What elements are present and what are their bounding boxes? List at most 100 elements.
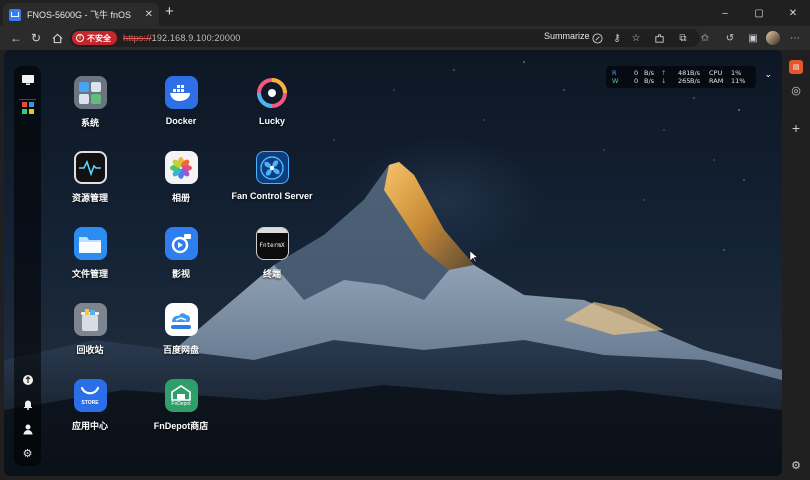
app-photos[interactable]: 相册 <box>135 151 227 204</box>
system-icon <box>73 76 107 109</box>
app-label: 百度网盘 <box>162 345 199 355</box>
disk-read-unit: B/s <box>644 69 655 77</box>
refresh-icon[interactable]: ↻ <box>28 30 44 46</box>
upgrade-icon[interactable] <box>20 372 35 387</box>
key-icon[interactable]: ⚷ <box>610 31 624 45</box>
copilot-icon[interactable] <box>590 31 604 45</box>
app-recycle-bin[interactable]: 回收站 <box>44 303 136 356</box>
star-icon[interactable]: ☆ <box>629 31 643 45</box>
app-label: 文件管理 <box>71 269 108 279</box>
copilot-sidebar-icon[interactable]: ◎ <box>789 83 803 97</box>
collections-icon[interactable]: ▣ <box>746 31 760 45</box>
tab-title: FNOS-5600G - 飞牛 fnOS <box>27 10 132 20</box>
disk-write-unit: B/s <box>644 77 655 85</box>
url-scheme: https:// <box>123 33 152 43</box>
app-app-center[interactable]: STORE 应用中心 <box>44 379 136 432</box>
extensions-icon[interactable] <box>652 31 666 45</box>
insecure-label: 不安全 <box>87 33 111 43</box>
app-system[interactable]: 系统 <box>44 76 136 129</box>
app-label: 系统 <box>80 118 99 128</box>
system-monitor-widget[interactable]: R W 0 B/s 0 B/s ↑ ↓ 481 B/s 265 B/s CPU … <box>606 66 772 88</box>
insecure-badge[interactable]: ! 不安全 <box>72 31 117 45</box>
url-text[interactable]: https://192.168.9.100:20000 <box>123 33 241 43</box>
download-unit: B/s <box>690 77 701 85</box>
app-lucky[interactable]: Lucky <box>226 76 318 126</box>
download-arrow-icon: ↓ <box>661 77 667 85</box>
app-video[interactable]: 影视 <box>135 227 227 280</box>
split-screen-icon[interactable]: ⧉ <box>676 31 690 45</box>
maximize-button[interactable]: ▢ <box>742 0 776 26</box>
app-baidu-netdisk[interactable]: 百度网盘 <box>135 303 227 356</box>
app-label: Fan Control Server <box>231 191 313 201</box>
photos-flower-icon <box>164 151 198 184</box>
app-label: 资源管理 <box>71 193 108 203</box>
fndepot-icon: FnDepot <box>164 379 198 412</box>
new-tab-button[interactable]: + <box>165 4 174 20</box>
app-resource-monitor[interactable]: 资源管理 <box>44 151 136 204</box>
upload-unit: B/s <box>690 69 701 77</box>
favorites-icon[interactable]: ✩ <box>698 31 712 45</box>
disk-read-value: 0 <box>634 69 639 77</box>
close-window-button[interactable]: ✕ <box>776 0 810 26</box>
upload-arrow-icon: ↑ <box>661 69 667 77</box>
app-launcher-icon[interactable] <box>20 100 35 115</box>
window-controls: – ▢ ✕ <box>708 0 810 26</box>
disk-write-label: W <box>612 77 619 85</box>
browser-tab[interactable]: FNOS-5600G - 飞牛 fnOS ✕ <box>3 3 159 26</box>
fnos-favicon-icon <box>9 8 21 21</box>
warning-icon: ! <box>76 34 84 42</box>
desktop-icon[interactable] <box>20 72 35 87</box>
upload-value: 481 <box>678 69 691 77</box>
app-label: 终端 <box>262 269 281 279</box>
user-icon[interactable] <box>20 421 35 436</box>
terminal-icon-text: FntermX <box>259 241 285 249</box>
ram-value: 11% <box>731 77 746 85</box>
disk-read-label: R <box>612 69 617 77</box>
shopping-icon[interactable]: ▤ <box>789 60 803 74</box>
left-dock: ⚙ <box>14 66 41 466</box>
add-sidebar-icon[interactable]: + <box>789 120 803 136</box>
url-host: 192.168.9.100:20000 <box>151 33 241 43</box>
back-arrow-icon[interactable]: ← <box>8 30 24 46</box>
settings-gear-icon[interactable]: ⚙ <box>20 446 35 461</box>
fndepot-icon-text: FnDepot <box>171 400 191 407</box>
app-file-manager[interactable]: 文件管理 <box>44 227 136 280</box>
minimize-button[interactable]: – <box>708 0 742 26</box>
app-label: FnDepot商店 <box>153 421 209 431</box>
disk-write-value: 0 <box>634 77 639 85</box>
history-icon[interactable]: ↺ <box>723 31 737 45</box>
mouse-cursor-icon <box>470 251 478 263</box>
sidebar-settings-icon[interactable]: ⚙ <box>789 458 803 472</box>
tab-close-icon[interactable]: ✕ <box>145 9 153 20</box>
browser-toolbar: ← ↻ ! 不安全 https://192.168.9.100:20000 Su… <box>0 26 810 50</box>
app-terminal[interactable]: FntermX 终端 <box>226 227 318 280</box>
app-label: Docker <box>165 116 197 126</box>
download-value: 265 <box>678 77 691 85</box>
profile-avatar[interactable] <box>766 31 780 45</box>
ram-label: RAM <box>709 77 724 85</box>
resource-monitor-icon <box>73 151 107 184</box>
app-docker[interactable]: Docker <box>135 76 227 126</box>
app-fan-control-server[interactable]: Fan Control Server <box>226 151 318 201</box>
browser-window: FNOS-5600G - 飞牛 fnOS ✕ + – ▢ ✕ ← ↻ ! 不安全… <box>0 0 810 480</box>
app-label: Lucky <box>258 116 285 126</box>
store-icon-text: STORE <box>81 399 99 406</box>
cpu-label: CPU <box>709 69 723 77</box>
cpu-value: 1% <box>731 69 742 77</box>
fan-icon <box>255 151 289 184</box>
more-menu-icon[interactable]: ⋯ <box>788 31 802 45</box>
lucky-swirl-icon <box>256 76 289 109</box>
collapse-chevron-icon[interactable]: ⌄ <box>764 70 772 80</box>
app-fndepot-store[interactable]: FnDepot FnDepot商店 <box>135 379 227 432</box>
home-icon[interactable] <box>49 30 65 46</box>
app-label: 影视 <box>171 269 190 279</box>
app-label: 相册 <box>171 193 190 203</box>
address-bar[interactable]: ! 不安全 https://192.168.9.100:20000 <box>70 29 700 47</box>
baidu-netdisk-icon <box>164 303 198 336</box>
app-label: 应用中心 <box>71 421 108 431</box>
folder-icon <box>73 227 107 260</box>
summarize-button[interactable]: Summarize <box>544 31 590 41</box>
notification-bell-icon[interactable] <box>20 396 35 411</box>
docker-whale-icon <box>164 76 198 109</box>
edge-sidebar: ▤ ◎ + ⚙ <box>782 50 810 480</box>
